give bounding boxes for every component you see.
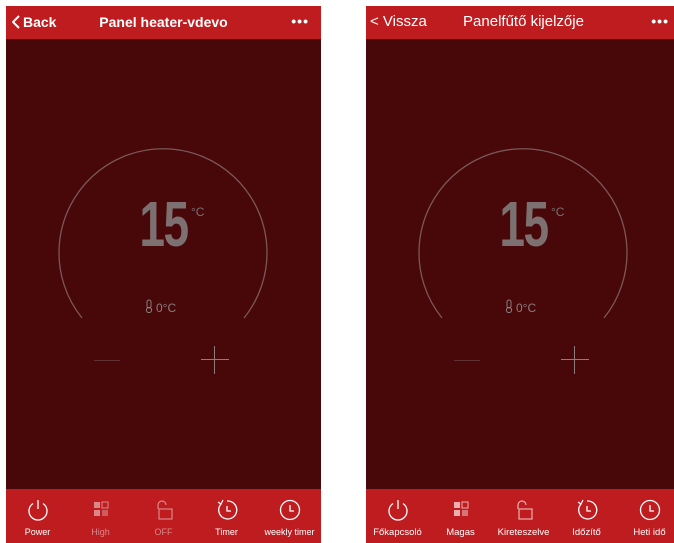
- mode-icon: [448, 497, 474, 523]
- tab-mode-label: High: [91, 527, 110, 537]
- current-temperature: 0°C: [504, 299, 536, 316]
- thermometer-icon: [144, 299, 154, 316]
- tab-timer[interactable]: Timer: [195, 489, 258, 543]
- tab-power-label: Power: [24, 527, 51, 537]
- clock-icon: [637, 497, 663, 523]
- tab-power[interactable]: Főkapcsoló: [366, 489, 429, 543]
- current-temperature-value: 0°C: [156, 300, 177, 315]
- decrease-temperature-button[interactable]: [454, 360, 480, 361]
- increase-temperature-button[interactable]: [201, 346, 229, 374]
- tab-mode[interactable]: High: [69, 489, 132, 543]
- tab-weekly-timer-label: Heti idő: [633, 527, 666, 538]
- tab-weekly-timer-label: weekly timer: [264, 527, 315, 537]
- tab-weekly-timer[interactable]: Heti idő: [618, 489, 674, 543]
- tab-timer[interactable]: Időzítő: [555, 489, 618, 543]
- tab-lock[interactable]: Kireteszelve: [492, 489, 555, 543]
- tab-mode-label: Magas: [446, 527, 475, 538]
- power-icon: [385, 497, 411, 523]
- lock-icon: [151, 497, 177, 523]
- decrease-temperature-button[interactable]: [94, 360, 120, 361]
- tab-lock-label: OFF: [154, 527, 173, 537]
- lock-icon: [511, 497, 537, 523]
- tab-weekly-timer[interactable]: weekly timer: [258, 489, 321, 543]
- phone-screen-english: Back Panel heater-vdevo ••• 15 °C 0°C Po…: [6, 6, 321, 543]
- tab-power-label: Főkapcsoló: [373, 527, 422, 538]
- tab-timer-label: Timer: [215, 527, 238, 537]
- current-temperature: 0°C: [144, 299, 176, 316]
- tab-power[interactable]: Power: [6, 489, 69, 543]
- phone-screen-hungarian: < Vissza Panelfűtő kijelzője ••• 15 °C 0…: [366, 6, 674, 543]
- bottom-tab-bar: Főkapcsoló Magas Kireteszelve Időzítő He…: [366, 489, 674, 543]
- timer-icon: [574, 497, 600, 523]
- temperature-unit: °C: [551, 205, 565, 219]
- set-temperature: 15: [139, 188, 189, 260]
- bottom-tab-bar: Power High OFF Timer weekly timer: [6, 489, 321, 543]
- tab-mode[interactable]: Magas: [429, 489, 492, 543]
- power-icon: [25, 497, 51, 523]
- set-temperature: 15: [499, 188, 549, 260]
- tab-timer-label: Időzítő: [572, 527, 601, 538]
- tab-lock[interactable]: OFF: [132, 489, 195, 543]
- mode-icon: [88, 497, 114, 523]
- tab-lock-label: Kireteszelve: [497, 527, 550, 538]
- temperature-unit: °C: [191, 205, 205, 219]
- current-temperature-value: 0°C: [516, 300, 537, 315]
- increase-temperature-button[interactable]: [561, 346, 589, 374]
- clock-icon: [277, 497, 303, 523]
- timer-icon: [214, 497, 240, 523]
- thermometer-icon: [504, 299, 514, 316]
